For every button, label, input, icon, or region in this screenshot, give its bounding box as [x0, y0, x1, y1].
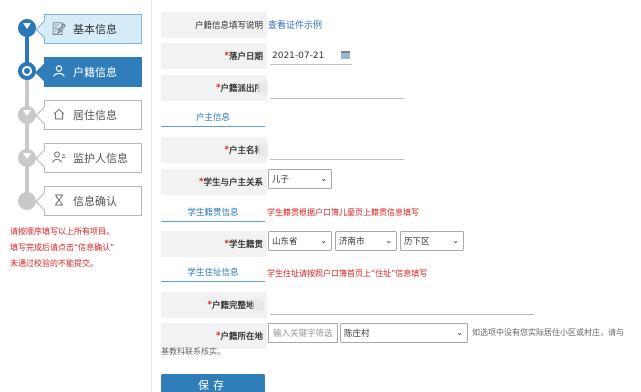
district-value: 历下区 — [404, 237, 430, 247]
province-select[interactable]: 山东省 ⌄ — [268, 231, 332, 251]
step-label: 居住信息 — [73, 109, 117, 122]
city-select[interactable]: 济南市 ⌄ — [335, 231, 397, 251]
step-dot-4 — [18, 149, 36, 167]
native-section: 学生籍贯信息 — [161, 202, 265, 222]
keyword-filter-input[interactable]: 输入关键字筛选 — [268, 323, 338, 343]
tip-line-3: 未通过校验的不能提交。 — [10, 259, 98, 268]
chevron-down-icon: ⌄ — [452, 236, 459, 245]
settle-date-underline — [270, 64, 352, 65]
user-icon — [45, 64, 73, 80]
tip-line-1: 请按顺序填写以上所有项目。 — [10, 227, 114, 236]
hourglass-icon — [45, 193, 73, 209]
address-note: 学生住址请按照户口簿首页上“住址”信息填写 — [267, 269, 428, 278]
redaction-mark — [258, 82, 268, 94]
household-head-section: 户主信息 — [161, 107, 265, 127]
step-dot-1 — [18, 19, 36, 37]
settle-date-input[interactable]: 2021-07-21 — [272, 51, 324, 61]
view-sample-link[interactable]: 查看证件示例 — [268, 18, 322, 31]
home-icon — [45, 108, 73, 123]
relation-label: * 学生与户主关系 — [161, 169, 267, 195]
save-button[interactable]: 保存 — [161, 374, 265, 392]
native-label: * 学生籍贯 — [161, 231, 267, 257]
document-edit-icon: 📝︎ — [51, 22, 67, 36]
guardian-icon — [45, 151, 73, 166]
settle-date-label: * 落户日期 — [161, 43, 267, 69]
chevron-down-icon: ⌄ — [456, 328, 463, 337]
step-label: 监护人信息 — [73, 152, 128, 165]
full-address-input[interactable] — [270, 314, 534, 315]
village-value: 陈庄村 — [344, 329, 370, 339]
step-residence-info[interactable]: 居住信息 — [44, 100, 142, 130]
redaction-mark — [258, 144, 268, 156]
address-section: 学生住址信息 — [161, 262, 265, 282]
step-guardian-info[interactable]: 监护人信息 — [44, 143, 142, 173]
step-label: 户籍信息 — [73, 66, 117, 79]
native-note: 学生籍贯根据户口簿儿童页上籍贯信息填写 — [267, 208, 419, 217]
relation-select[interactable]: 儿子 ⌄ — [268, 169, 332, 189]
district-select[interactable]: 历下区 ⌄ — [400, 231, 464, 251]
full-address-label: * 户籍完整地址 — [161, 292, 267, 318]
chevron-down-icon: ⌄ — [320, 236, 327, 245]
police-station-label: * 户籍派出所 — [161, 75, 267, 101]
city-value: 济南市 — [339, 237, 365, 247]
tip-line-2: 填写完成后请点击“信息确认” — [10, 243, 115, 252]
chevron-down-icon: ⌄ — [385, 236, 392, 245]
step-label: 基本信息 — [73, 23, 117, 36]
step-dot-3 — [18, 106, 36, 124]
head-name-label: * 户主名称 — [161, 137, 267, 163]
column-divider — [151, 0, 152, 392]
step-dot-5 — [18, 192, 36, 210]
step-household-info[interactable]: 户籍信息 — [44, 57, 142, 87]
calendar-icon[interactable] — [341, 51, 350, 59]
province-value: 山东省 — [272, 237, 298, 247]
step-dot-2 — [18, 62, 36, 80]
head-name-input[interactable] — [270, 159, 404, 160]
step-confirm-info[interactable]: 信息确认 — [44, 186, 142, 216]
step-label: 信息确认 — [73, 195, 117, 208]
police-station-input[interactable] — [270, 98, 404, 99]
location-hint-line-2: 基教科联系核实。 — [161, 347, 225, 356]
chevron-down-icon: ⌄ — [320, 174, 327, 183]
location-hint-line-1: 如选项中没有您实际居住小区或村庄，请与 — [472, 328, 624, 337]
step-basic-info[interactable]: 📝︎ 基本信息 — [44, 14, 142, 44]
redaction-mark — [253, 299, 263, 311]
village-select[interactable]: 陈庄村 ⌄ — [340, 323, 468, 343]
relation-value: 儿子 — [272, 175, 290, 185]
instructions-label: 户籍信息填写说明 — [161, 12, 267, 38]
